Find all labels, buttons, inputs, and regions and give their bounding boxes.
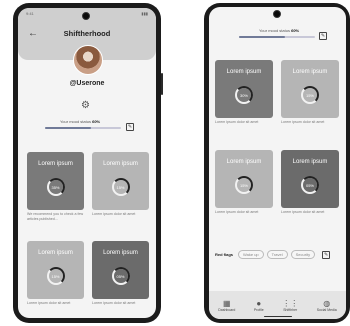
mood-status-label: Your mood status 60%	[60, 119, 100, 124]
nav-profile[interactable]: ● Profile	[254, 299, 264, 312]
tag-security[interactable]: Security	[290, 250, 316, 259]
red-flags-row: Red flags Wake up Travel Security ✎	[215, 250, 331, 259]
dashboard-icon: ▦	[223, 298, 231, 308]
mood-progress-bar	[45, 127, 121, 129]
card-caption: Lorem ipsum dolor sit amet	[281, 210, 325, 214]
card-caption: Lorem ipsum dolor sit amet	[92, 301, 136, 305]
left-phone-screen: 9:41 ▮▮▮ ← Shiftherhood @Userone ⚙ Your …	[18, 8, 156, 318]
right-phone-screen: Your mood status 60% ✎ Lorem ipsum 30% Lor…	[209, 7, 346, 319]
mood-card[interactable]: Lorem ipsum 05%	[92, 241, 149, 299]
nav-label: Dashboard	[218, 307, 236, 312]
nav-label: Profile	[253, 307, 264, 312]
card-caption: Lorem ipsum dolor sit amet	[281, 120, 325, 124]
progress-ring-arc	[235, 86, 253, 104]
progress-ring-arc	[235, 176, 253, 194]
nav-dashboard[interactable]: ▦ Dashboard	[218, 299, 235, 312]
mood-progress-fill	[239, 36, 285, 38]
progress-ring: 05%	[301, 176, 319, 194]
nav-shifthher[interactable]: ⋮⋮ Shifthher	[282, 299, 298, 312]
red-flags-label: Red flags	[215, 252, 234, 257]
progress-ring: 15%	[301, 86, 319, 104]
progress-ring-arc	[301, 86, 319, 104]
nav-social-media[interactable]: ◍ Social Media	[317, 299, 337, 312]
gear-icon[interactable]: ⚙	[81, 100, 90, 111]
power-button	[161, 73, 163, 95]
username: @Userone	[69, 80, 105, 87]
card-caption: Lorem ipsum dolor sit amet	[27, 301, 71, 305]
progress-ring-arc	[46, 267, 65, 285]
card-title: Lorem ipsum	[226, 159, 262, 165]
front-camera	[273, 10, 281, 18]
card-title: Lorem ipsum	[103, 250, 138, 256]
mood-card[interactable]: Lorem ipsum 35%	[27, 152, 84, 210]
mood-progress-fill	[45, 127, 91, 129]
left-phone-frame: 9:41 ▮▮▮ ← Shiftherhood @Userone ⚙ Your …	[13, 3, 163, 323]
mood-status-prefix: Your mood status	[259, 28, 292, 33]
home-indicator	[263, 315, 292, 317]
edit-icon[interactable]: ✎	[126, 123, 134, 131]
mood-status-label: Your mood status 60%	[259, 28, 299, 33]
tag-wake-up[interactable]: Wake up	[238, 250, 264, 259]
globe-icon: ◍	[323, 298, 331, 308]
edit-icon[interactable]: ✎	[322, 250, 331, 259]
mood-card[interactable]: Lorem ipsum 15%	[92, 152, 149, 210]
front-camera	[82, 12, 90, 20]
nav-label: Shifthher	[283, 307, 298, 312]
nav-label: Social Media	[316, 307, 337, 312]
card-title: Lorem ipsum	[103, 161, 138, 167]
right-phone-frame: Your mood status 60% ✎ Lorem ipsum 30% Lor…	[204, 3, 350, 323]
card-caption: Lorem ipsum dolor sit amet	[215, 210, 259, 214]
card-title: Lorem ipsum	[226, 69, 262, 75]
status-time: 9:41	[26, 11, 34, 16]
mood-card[interactable]: Lorem ipsum 30%	[215, 60, 273, 118]
progress-ring-arc	[46, 178, 65, 196]
progress-ring-arc	[111, 178, 130, 196]
tag-travel[interactable]: Travel	[266, 250, 288, 259]
mood-card[interactable]: Lorem ipsum 15%	[27, 241, 84, 299]
progress-ring: 30%	[235, 86, 253, 104]
sliders-icon: ⋮⋮	[282, 298, 299, 308]
mood-progress-bar	[239, 36, 315, 38]
progress-ring: 05%	[111, 267, 130, 285]
edit-icon[interactable]: ✎	[319, 32, 327, 40]
progress-ring-arc	[111, 267, 130, 285]
progress-ring: 35%	[46, 178, 65, 196]
progress-ring-arc	[301, 176, 319, 194]
card-caption: Lorem ipsum dolor sit amet	[215, 120, 259, 124]
progress-ring: 15%	[46, 267, 65, 285]
progress-ring: 15%	[111, 178, 130, 196]
mood-status-value: 60%	[291, 28, 300, 33]
status-signal: ▮▮▮	[141, 11, 148, 16]
card-title: Lorem ipsum	[38, 161, 73, 167]
avatar[interactable]	[73, 45, 103, 75]
progress-ring: 15%	[235, 176, 253, 194]
page-title: Shiftherhood	[63, 29, 111, 38]
card-title: Lorem ipsum	[38, 250, 73, 256]
card-title: Lorem ipsum	[292, 69, 328, 75]
mood-card[interactable]: Lorem ipsum 15%	[215, 150, 273, 208]
mood-status-prefix: Your mood status	[60, 119, 93, 124]
card-title: Lorem ipsum	[292, 159, 328, 165]
bottom-nav: ▦ Dashboard ● Profile ⋮⋮ Shifthher ◍ Soc…	[209, 291, 346, 319]
mood-card[interactable]: Lorem ipsum 05%	[281, 150, 339, 208]
mood-card[interactable]: Lorem ipsum 15%	[281, 60, 339, 118]
card-caption: We recommend you to check a few articles…	[27, 212, 84, 221]
profile-icon: ●	[256, 298, 262, 308]
mood-status-value: 60%	[92, 119, 101, 124]
card-caption: Lorem ipsum dolor sit amet	[92, 212, 136, 216]
